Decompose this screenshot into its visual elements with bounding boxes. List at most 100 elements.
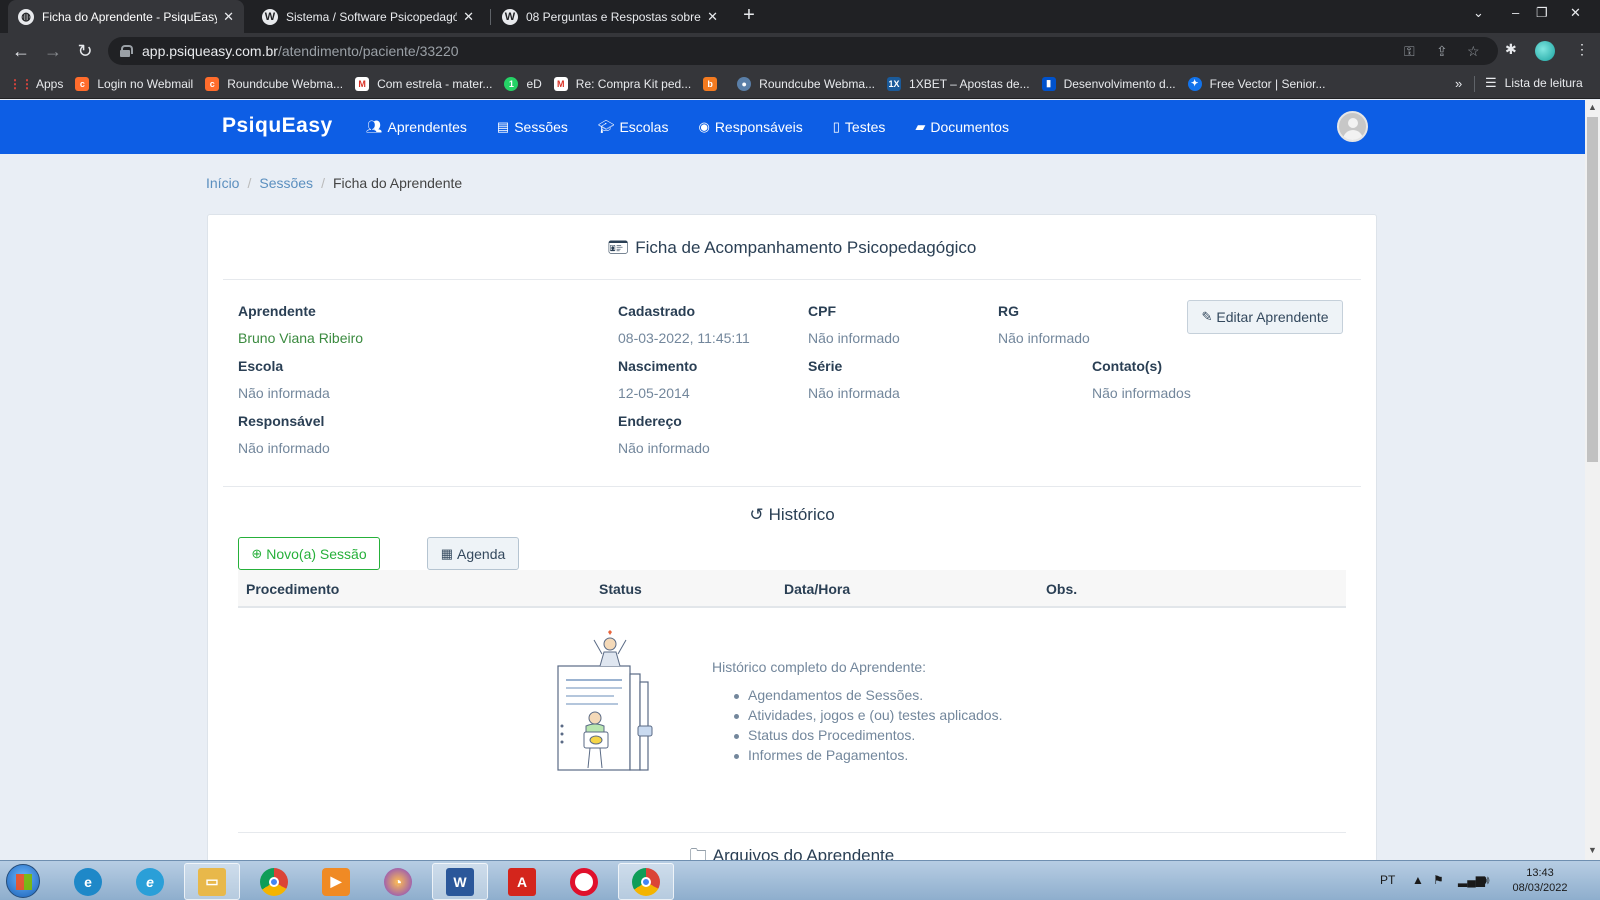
bookmark-roundcube-1[interactable]: c Roundcube Webma... xyxy=(205,76,343,91)
bookmark-desenvolvimento[interactable]: ▮ Desenvolvimento d... xyxy=(1041,76,1176,91)
action-center-flag-icon[interactable]: ⚑ xyxy=(1433,873,1444,887)
breadcrumb-sessoes[interactable]: Sessões xyxy=(259,175,313,191)
bookmark-orange-site[interactable]: b xyxy=(703,76,725,91)
nav-testes[interactable]: ▯ Testes xyxy=(833,119,886,135)
reading-list-button[interactable]: ☰ Lista de leitura xyxy=(1485,75,1583,91)
address-bar[interactable]: app.psiqueasy.com.br/atendimento/pacient… xyxy=(108,37,1498,65)
scroll-up-arrow-icon[interactable]: ▲ xyxy=(1588,102,1597,112)
gmail-icon: M xyxy=(355,76,370,91)
close-window-icon[interactable]: ✕ xyxy=(1570,5,1581,21)
lock-icon xyxy=(120,45,133,57)
menu-kebab-icon[interactable]: ⋮ xyxy=(1575,41,1589,58)
bookmark-roundcube-2[interactable]: ● Roundcube Webma... xyxy=(737,76,875,91)
nav-label: Sessões xyxy=(514,119,568,135)
bookmark-apps[interactable]: ⋮⋮ Apps xyxy=(9,76,64,91)
book-icon: ▰ xyxy=(915,119,926,134)
new-tab-button[interactable]: + xyxy=(738,5,760,27)
profile-avatar-icon[interactable] xyxy=(1535,41,1555,61)
restore-icon[interactable]: ❐ xyxy=(1536,5,1548,21)
volume-icon[interactable]: 🔊︎ xyxy=(1482,873,1490,888)
edit-learner-button[interactable]: ✎ Editar Aprendente xyxy=(1187,300,1343,334)
browser-tab-strip: ◍ Ficha do Aprendente - PsiquEasy ✕ W Si… xyxy=(0,0,1600,33)
taskbar-opera[interactable] xyxy=(556,863,612,900)
field-value: 08-03-2022, 11:45:11 xyxy=(618,330,750,346)
bookmark-label: eD xyxy=(526,76,542,91)
bookmark-com-estrela[interactable]: M Com estrela - mater... xyxy=(355,76,493,91)
bookmarks-overflow-button[interactable]: » xyxy=(1455,76,1462,91)
taskbar-chrome-active[interactable] xyxy=(618,863,674,900)
user-avatar[interactable] xyxy=(1337,111,1368,142)
system-clock[interactable]: 13:43 08/03/2022 xyxy=(1510,866,1570,896)
bookmark-login-webmail[interactable]: c Login no Webmail xyxy=(75,76,194,91)
new-session-button[interactable]: ⊕ Novo(a) Sessão xyxy=(238,537,380,570)
reload-icon[interactable]: ↻ xyxy=(74,40,96,62)
language-indicator[interactable]: PT xyxy=(1380,873,1395,887)
column-obs[interactable]: Obs. xyxy=(1046,581,1077,597)
close-tab-icon[interactable]: ✕ xyxy=(707,9,718,25)
minimize-icon[interactable]: – xyxy=(1512,5,1519,20)
id-card-icon: 🪪︎ xyxy=(607,238,630,257)
nav-documentos[interactable]: ▰ Documentos xyxy=(915,119,1009,135)
tray-expand-icon[interactable]: ▲ xyxy=(1412,873,1424,887)
field-rg: RG Não informado xyxy=(998,303,1090,346)
bookmark-1xbet[interactable]: 1X 1XBET – Apostas de... xyxy=(887,76,1030,91)
column-data-hora[interactable]: Data/Hora xyxy=(784,581,850,597)
bookmark-label: Com estrela - mater... xyxy=(377,76,493,91)
taskbar-firefox[interactable]: ◔ xyxy=(370,863,426,900)
tab-sistema-software[interactable]: W Sistema / Software Psicopedagógico ✕ xyxy=(252,0,484,33)
network-signal-icon[interactable]: ▂▄▆ xyxy=(1458,873,1485,887)
agenda-button[interactable]: ▦ Agenda xyxy=(427,537,519,570)
breadcrumb-separator: / xyxy=(247,175,252,191)
start-button[interactable] xyxy=(6,864,40,898)
nav-escolas[interactable]: 🎓︎ Escolas xyxy=(598,119,669,135)
url-host: app.psiqueasy.com.br xyxy=(142,43,278,59)
learner-record-card: 🪪︎ Ficha de Acompanhamento Psicopedagógic… xyxy=(207,214,1377,864)
bookmark-compra-kit[interactable]: M Re: Compra Kit ped... xyxy=(553,76,691,91)
back-arrow-icon[interactable]: ← xyxy=(10,40,32,62)
breadcrumb-inicio[interactable]: Início xyxy=(206,175,239,191)
field-value: Não informado xyxy=(998,330,1090,346)
nav-label: Documentos xyxy=(930,119,1009,135)
empty-history-list: Agendamentos de Sessões. Atividades, jog… xyxy=(733,687,1002,767)
tab-search-chevron-icon[interactable]: ⌄ xyxy=(1473,5,1484,21)
close-tab-icon[interactable]: ✕ xyxy=(463,9,474,25)
taskbar-internet-explorer[interactable]: e xyxy=(122,863,178,900)
brand-logo[interactable]: PsiquEasy xyxy=(222,114,333,138)
bookmark-label: Apps xyxy=(36,76,64,91)
windows-taskbar: e e ▭ ▶ ◔ W A PT ▲ ⚑ ▂▄▆ 🔊︎ 13:43 08/03/… xyxy=(0,860,1600,900)
share-icon[interactable]: ⇪ xyxy=(1436,43,1448,60)
forward-arrow-icon[interactable]: → xyxy=(42,40,64,62)
nav-responsaveis[interactable]: ◉ Responsáveis xyxy=(698,119,802,135)
scroll-thumb[interactable] xyxy=(1587,117,1598,462)
key-icon[interactable]: ⚿ xyxy=(1404,43,1415,60)
tab-psiqueasy[interactable]: ◍ Ficha do Aprendente - PsiquEasy ✕ xyxy=(8,0,244,33)
bookmark-free-vector[interactable]: ✦ Free Vector | Senior... xyxy=(1187,76,1325,91)
field-serie: Série Não informada xyxy=(808,358,900,401)
taskbar-chrome[interactable] xyxy=(246,863,302,900)
taskbar-acrobat[interactable]: A xyxy=(494,863,550,900)
bookmark-label: Login no Webmail xyxy=(97,76,194,91)
nav-sessoes[interactable]: ▤ Sessões xyxy=(497,119,568,135)
nav-aprendentes[interactable]: 👥︎ Aprendentes xyxy=(366,119,467,135)
extensions-puzzle-icon[interactable]: ✱ xyxy=(1505,41,1517,58)
page-scrollbar[interactable]: ▲ ▼ xyxy=(1585,100,1600,860)
field-value: Bruno Viana Ribeiro xyxy=(238,330,364,346)
acrobat-icon: A xyxy=(508,867,536,896)
tab-perguntas-respostas[interactable]: W 08 Perguntas e Respostas sobre o ✕ xyxy=(492,0,728,33)
users-icon: 👥︎ xyxy=(366,119,383,134)
bookmark-ed[interactable]: 1 eD xyxy=(504,76,542,91)
taskbar-word[interactable]: W xyxy=(432,863,488,900)
scroll-down-arrow-icon[interactable]: ▼ xyxy=(1588,845,1597,855)
field-label: Responsável xyxy=(238,413,325,429)
divider xyxy=(223,486,1361,487)
card-title-text: Ficha de Acompanhamento Psicopedagógico xyxy=(635,238,977,257)
close-tab-icon[interactable]: ✕ xyxy=(223,9,234,25)
star-icon[interactable]: ☆ xyxy=(1467,43,1480,60)
column-procedimento[interactable]: Procedimento xyxy=(246,581,339,597)
word-icon: W xyxy=(446,867,474,896)
taskbar-media-player[interactable]: ▶ xyxy=(308,863,364,900)
taskbar-file-explorer[interactable]: ▭ xyxy=(184,863,240,900)
empty-history-intro: Histórico completo do Aprendente: xyxy=(712,659,927,675)
column-status[interactable]: Status xyxy=(599,581,642,597)
taskbar-edge[interactable]: e xyxy=(60,863,116,900)
